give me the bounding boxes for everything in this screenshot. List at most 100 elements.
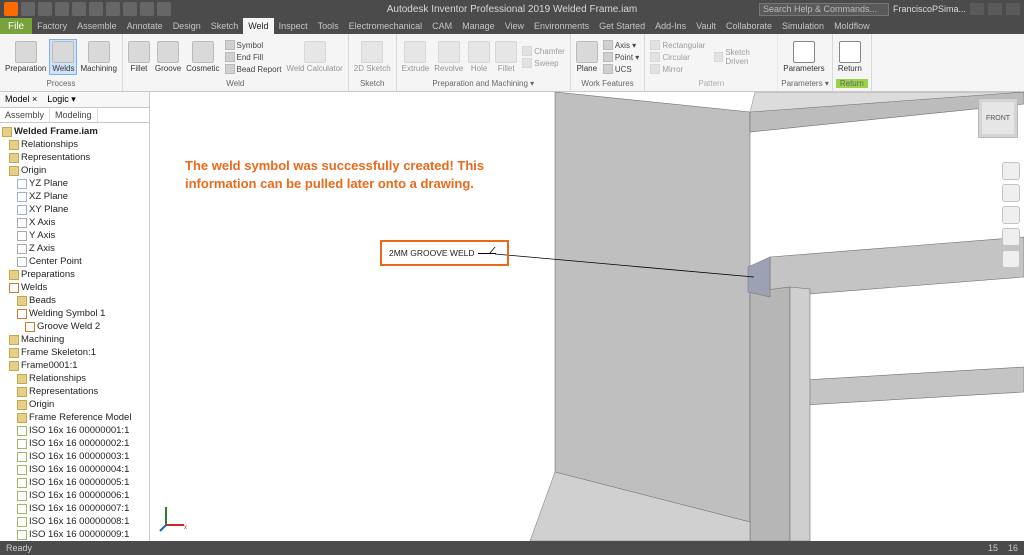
- menu-cam[interactable]: CAM: [427, 21, 457, 31]
- tree-preparations[interactable]: Preparations: [1, 268, 148, 281]
- axis-button[interactable]: Axis ▾: [601, 39, 641, 51]
- qat-button[interactable]: [21, 2, 35, 16]
- fillet2-button[interactable]: Fillet: [493, 40, 519, 74]
- tree-frame0001[interactable]: Frame0001:1: [1, 359, 148, 372]
- tree-iso[interactable]: ISO 16x 16 00000004:1: [1, 463, 148, 476]
- beadreport-button[interactable]: Bead Report: [223, 63, 284, 75]
- menu-factory[interactable]: Factory: [32, 21, 72, 31]
- menu-addins[interactable]: Add-Ins: [650, 21, 691, 31]
- tree-groove-weld[interactable]: Groove Weld 2: [1, 320, 148, 333]
- tree-welding-symbol[interactable]: Welding Symbol 1: [1, 307, 148, 320]
- tree-frame-origin[interactable]: Origin: [1, 398, 148, 411]
- zoom-button[interactable]: [1002, 228, 1020, 246]
- qat-button[interactable]: [55, 2, 69, 16]
- close-button[interactable]: [1006, 3, 1020, 15]
- menu-assemble[interactable]: Assemble: [72, 21, 122, 31]
- tree-welds[interactable]: Welds: [1, 281, 148, 294]
- menu-moldflow[interactable]: Moldflow: [829, 21, 875, 31]
- sweep-button[interactable]: Sweep: [520, 57, 567, 69]
- tree-frame-reps[interactable]: Representations: [1, 385, 148, 398]
- menu-manage[interactable]: Manage: [457, 21, 500, 31]
- menu-collaborate[interactable]: Collaborate: [721, 21, 777, 31]
- tree-root[interactable]: Welded Frame.iam: [1, 125, 148, 138]
- machining-button[interactable]: Machining: [78, 40, 118, 74]
- tree-iso[interactable]: ISO 16x 16 00000003:1: [1, 450, 148, 463]
- tree-relationships[interactable]: Relationships: [1, 138, 148, 151]
- tree-iso[interactable]: ISO 16x 16 00000007:1: [1, 502, 148, 515]
- file-menu[interactable]: File: [0, 18, 32, 34]
- subtab-modeling[interactable]: Modeling: [50, 108, 98, 122]
- subtab-assembly[interactable]: Assembly: [0, 108, 50, 122]
- tree-axis[interactable]: Y Axis: [1, 229, 148, 242]
- tree-plane[interactable]: YZ Plane: [1, 177, 148, 190]
- tree-iso[interactable]: ISO 16x 16 00000002:1: [1, 437, 148, 450]
- tree-frame-rel[interactable]: Relationships: [1, 372, 148, 385]
- help-search-input[interactable]: Search Help & Commands...: [759, 3, 889, 16]
- return-button[interactable]: Return: [836, 40, 864, 74]
- qat-button[interactable]: [89, 2, 103, 16]
- mirror-button[interactable]: Mirror: [648, 63, 710, 75]
- qat-button[interactable]: [38, 2, 52, 16]
- preparation-button[interactable]: Preparation: [3, 40, 48, 74]
- hole-button[interactable]: Hole: [466, 40, 492, 74]
- orbit-button[interactable]: [1002, 184, 1020, 202]
- tab-logic[interactable]: Logic ▾: [42, 92, 81, 107]
- tree-representations[interactable]: Representations: [1, 151, 148, 164]
- tree-frame-ref-model[interactable]: Frame Reference Model: [1, 411, 148, 424]
- menu-tools[interactable]: Tools: [313, 21, 344, 31]
- chamfer-button[interactable]: Chamfer: [520, 45, 567, 57]
- menu-weld[interactable]: Weld: [243, 18, 273, 34]
- menu-design[interactable]: Design: [168, 21, 206, 31]
- groove-button[interactable]: Groove: [153, 40, 183, 74]
- model-tree[interactable]: Welded Frame.iam Relationships Represent…: [0, 123, 149, 541]
- fillet-button[interactable]: Fillet: [126, 40, 152, 74]
- qat-button[interactable]: [157, 2, 171, 16]
- qat-button[interactable]: [72, 2, 86, 16]
- plane-button[interactable]: Plane: [574, 40, 600, 74]
- tree-axis[interactable]: X Axis: [1, 216, 148, 229]
- menu-vault[interactable]: Vault: [691, 21, 721, 31]
- pan-button[interactable]: [1002, 206, 1020, 224]
- maximize-button[interactable]: [988, 3, 1002, 15]
- point-button[interactable]: Point ▾: [601, 51, 641, 63]
- menu-getstarted[interactable]: Get Started: [594, 21, 650, 31]
- tree-frame-skeleton[interactable]: Frame Skeleton:1: [1, 346, 148, 359]
- parameters-button[interactable]: Parameters: [781, 40, 826, 74]
- qat-button[interactable]: [140, 2, 154, 16]
- lookat-button[interactable]: [1002, 250, 1020, 268]
- tree-machining[interactable]: Machining: [1, 333, 148, 346]
- user-chip[interactable]: FranciscoPSima...: [893, 4, 966, 14]
- circular-button[interactable]: Circular: [648, 51, 710, 63]
- menu-annotate[interactable]: Annotate: [122, 21, 168, 31]
- qat-button[interactable]: [106, 2, 120, 16]
- rectangular-button[interactable]: Rectangular: [648, 39, 710, 51]
- cosmetic-button[interactable]: Cosmetic: [184, 40, 221, 74]
- endfill-button[interactable]: End Fill: [223, 51, 284, 63]
- tree-axis[interactable]: Z Axis: [1, 242, 148, 255]
- minimize-button[interactable]: [970, 3, 984, 15]
- tree-iso[interactable]: ISO 16x 16 00000006:1: [1, 489, 148, 502]
- revolve-button[interactable]: Revolve: [432, 40, 465, 74]
- weld-calculator-button[interactable]: Weld Calculator: [284, 40, 344, 74]
- tree-origin[interactable]: Origin: [1, 164, 148, 177]
- menu-electromechanical[interactable]: Electromechanical: [344, 21, 428, 31]
- ucs-button[interactable]: UCS: [601, 63, 641, 75]
- view-cube[interactable]: FRONT: [978, 98, 1018, 138]
- tree-iso[interactable]: ISO 16x 16 00000001:1: [1, 424, 148, 437]
- extrude-button[interactable]: Extrude: [400, 40, 432, 74]
- tree-iso[interactable]: ISO 16x 16 00000009:1: [1, 528, 148, 541]
- tree-iso[interactable]: ISO 16x 16 00000008:1: [1, 515, 148, 528]
- tree-centerpoint[interactable]: Center Point: [1, 255, 148, 268]
- 2dsketch-button[interactable]: 2D Sketch: [352, 40, 393, 74]
- menu-environments[interactable]: Environments: [529, 21, 594, 31]
- menu-inspect[interactable]: Inspect: [274, 21, 313, 31]
- weld-callout[interactable]: 2MM GROOVE WELD: [380, 240, 509, 266]
- qat-button[interactable]: [123, 2, 137, 16]
- tab-model[interactable]: Model ×: [0, 92, 42, 107]
- welds-button[interactable]: Welds: [49, 39, 77, 75]
- tree-beads[interactable]: Beads: [1, 294, 148, 307]
- tree-plane[interactable]: XY Plane: [1, 203, 148, 216]
- menu-view[interactable]: View: [500, 21, 529, 31]
- menu-simulation[interactable]: Simulation: [777, 21, 829, 31]
- sketchdriven-button[interactable]: Sketch Driven: [712, 51, 774, 63]
